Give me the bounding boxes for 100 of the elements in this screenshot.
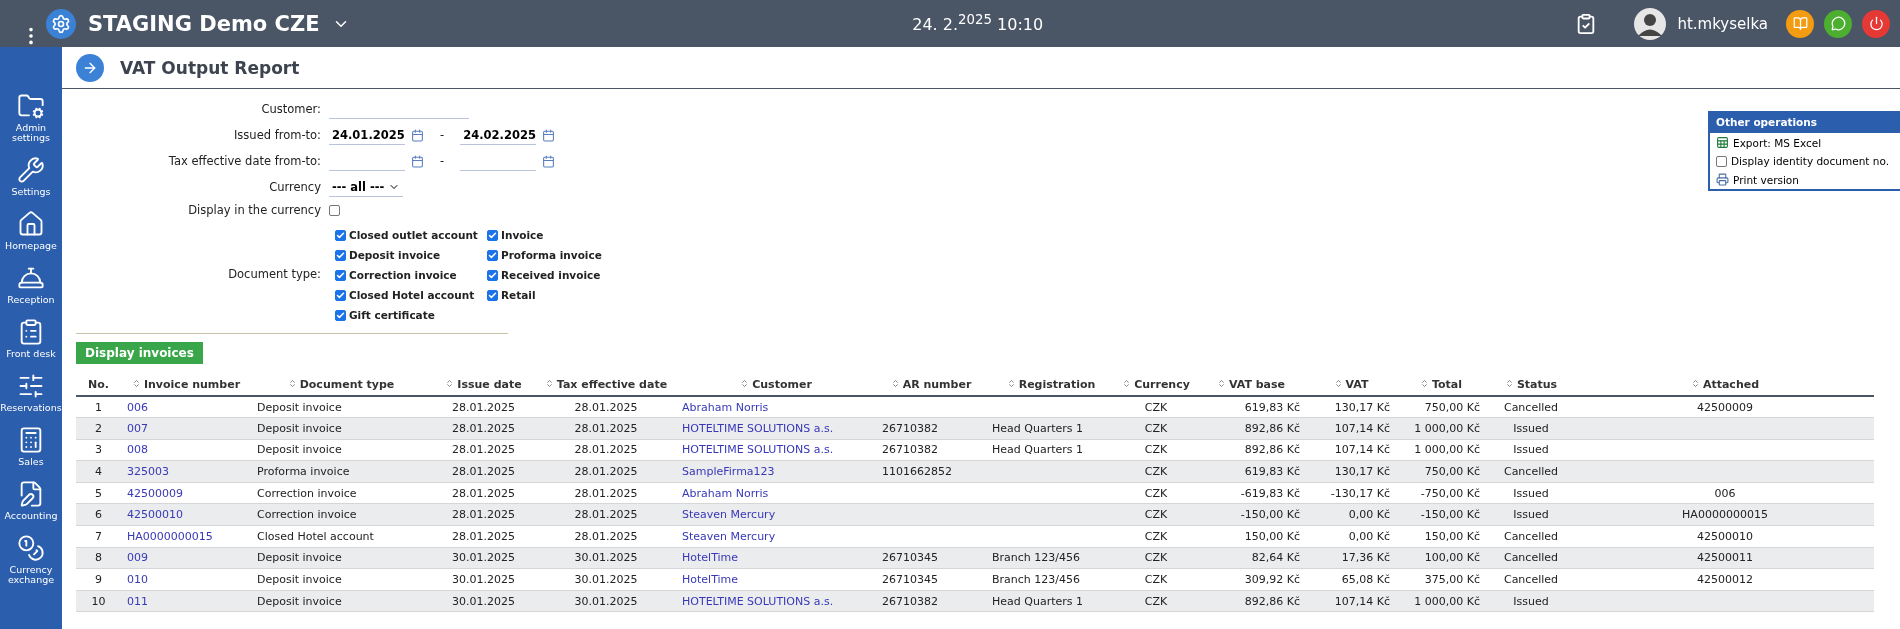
column-header[interactable]: Status: [1516, 378, 1558, 391]
column-header[interactable]: Currency: [1134, 378, 1190, 391]
sidebar-item[interactable]: Homepage: [0, 204, 62, 259]
table-link[interactable]: 42500010: [127, 508, 183, 522]
username[interactable]: ht.mkyselka: [1677, 14, 1768, 33]
table-link[interactable]: HotelTime: [682, 573, 739, 587]
sort-icon[interactable]: [1122, 379, 1132, 388]
printer-icon[interactable]: [1716, 173, 1729, 186]
sort-icon[interactable]: [445, 379, 455, 388]
sort-icon[interactable]: [287, 379, 297, 388]
sidebar-item[interactable]: Admin settings: [0, 87, 62, 151]
sort-icon[interactable]: [1504, 379, 1514, 388]
avatar-icon[interactable]: [1633, 6, 1668, 41]
navigation-button[interactable]: [76, 53, 104, 82]
column-header[interactable]: VAT base: [1228, 378, 1286, 391]
document-type-checkbox[interactable]: Retail: [487, 289, 602, 301]
calendar-icon[interactable]: [542, 128, 556, 142]
document-type-checkbox[interactable]: Proforma invoice: [487, 249, 602, 261]
sort-icon[interactable]: [1419, 379, 1429, 388]
document-type-checkbox[interactable]: Gift certificate: [335, 309, 487, 321]
document-type-checkbox[interactable]: Closed outlet account: [335, 229, 487, 241]
column-header[interactable]: Customer: [752, 378, 812, 391]
table-link[interactable]: 009: [127, 551, 148, 565]
table-link[interactable]: Abraham Norris: [682, 400, 769, 414]
column-header[interactable]: Total: [1431, 378, 1463, 391]
table-link[interactable]: SampleFirma123: [682, 465, 775, 479]
sidebar-item[interactable]: Reception: [0, 258, 62, 313]
sidebar-item[interactable]: Currency exchange: [0, 528, 62, 593]
date-field[interactable]: 24.02.2025: [460, 125, 537, 145]
column-header[interactable]: Attached: [1702, 378, 1760, 391]
table-link[interactable]: 010: [127, 573, 148, 587]
book-button[interactable]: [1786, 9, 1814, 38]
checkbox[interactable]: [487, 229, 498, 241]
checkbox[interactable]: [1716, 155, 1727, 167]
table-cell: CZK: [1144, 508, 1168, 522]
sort-icon[interactable]: [1216, 379, 1226, 388]
column-header[interactable]: Registration: [1018, 378, 1096, 391]
sort-icon[interactable]: [1006, 379, 1016, 388]
date-field[interactable]: 24.01.2025: [329, 125, 405, 145]
table-link[interactable]: 325003: [127, 465, 169, 479]
sort-icon[interactable]: [544, 379, 554, 388]
document-type-checkbox[interactable]: Received invoice: [487, 269, 602, 281]
sidebar-item[interactable]: Front desk: [0, 312, 62, 367]
table-link[interactable]: 008: [127, 443, 148, 457]
sort-icon[interactable]: [1333, 379, 1343, 388]
sidebar-item[interactable]: Reservations: [0, 366, 62, 421]
table-link[interactable]: 006: [127, 400, 148, 414]
sidebar-item[interactable]: Sales: [0, 420, 62, 475]
table-link[interactable]: HotelTime: [682, 551, 739, 565]
checkbox[interactable]: [335, 309, 346, 321]
checkbox[interactable]: [487, 269, 498, 281]
sort-icon[interactable]: [1690, 379, 1700, 388]
print-link[interactable]: Print version: [1733, 173, 1799, 186]
sort-icon[interactable]: [890, 379, 900, 388]
calendar-icon[interactable]: [411, 154, 424, 168]
table-link[interactable]: HOTELTIME SOLUTIONS a.s.: [682, 594, 834, 608]
calendar-icon[interactable]: [411, 128, 424, 142]
power-button[interactable]: [1862, 9, 1890, 38]
column-header[interactable]: Tax effective date: [556, 378, 668, 391]
table-cell: 28.01.2025: [574, 465, 638, 479]
table-link[interactable]: Steaven Mercury: [682, 529, 776, 543]
sort-icon[interactable]: [740, 379, 750, 388]
document-type-checkbox[interactable]: Correction invoice: [335, 269, 487, 281]
table-cell: CZK: [1144, 465, 1168, 479]
gear-logo-icon[interactable]: [46, 8, 76, 39]
checkbox[interactable]: [335, 229, 346, 241]
export-link[interactable]: Export: MS Excel: [1733, 136, 1822, 149]
column-header[interactable]: Invoice number: [143, 378, 241, 391]
checkbox[interactable]: [335, 289, 346, 301]
checkbox[interactable]: [487, 249, 498, 261]
column-header[interactable]: AR number: [902, 378, 972, 391]
table-link[interactable]: HOTELTIME SOLUTIONS a.s.: [682, 443, 834, 457]
identity-label[interactable]: Display identity document no.: [1731, 155, 1889, 167]
checkbox[interactable]: [335, 269, 346, 281]
table-link[interactable]: HOTELTIME SOLUTIONS a.s.: [682, 421, 834, 435]
table-cell: CZK: [1144, 573, 1168, 587]
spreadsheet-icon[interactable]: [1716, 136, 1729, 149]
currency-select[interactable]: --- all ---: [329, 177, 404, 197]
table-link[interactable]: Steaven Mercury: [682, 508, 776, 522]
table-link[interactable]: 011: [127, 594, 148, 608]
table-link[interactable]: HA0000000015: [127, 529, 213, 543]
sort-icon[interactable]: [131, 379, 141, 388]
document-type-checkbox[interactable]: Closed Hotel account: [335, 289, 487, 301]
checkbox[interactable]: [487, 289, 498, 301]
document-type-checkbox[interactable]: Deposit invoice: [335, 249, 487, 261]
chat-button[interactable]: [1824, 9, 1852, 38]
sidebar-item[interactable]: Settings: [0, 150, 62, 205]
table-link[interactable]: Abraham Norris: [682, 486, 769, 500]
column-header[interactable]: Issue date: [457, 378, 522, 391]
sidebar-item[interactable]: Accounting: [0, 474, 62, 529]
table-link[interactable]: 007: [127, 421, 148, 435]
table-cell: 1 000,00 Kč: [1414, 443, 1480, 457]
table-cell: CZK: [1144, 443, 1168, 457]
checkbox[interactable]: [335, 249, 346, 261]
column-header[interactable]: VAT: [1345, 378, 1369, 391]
calendar-icon[interactable]: [542, 154, 556, 168]
table-link[interactable]: 42500009: [127, 486, 183, 500]
column-header[interactable]: Document type: [299, 378, 395, 391]
checkbox[interactable]: [329, 204, 340, 216]
document-type-checkbox[interactable]: Invoice: [487, 229, 602, 241]
